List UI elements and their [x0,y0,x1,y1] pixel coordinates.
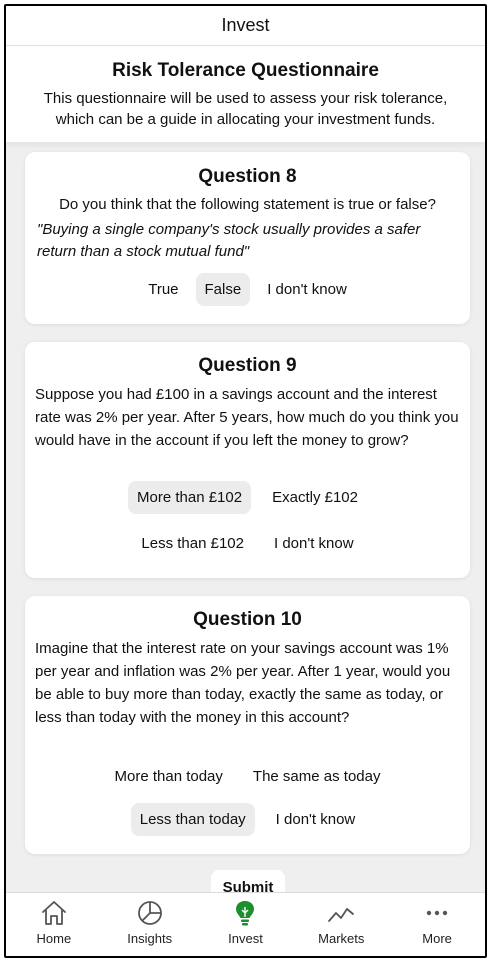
question-10-options-row-1: More than today The same as today [25,760,470,793]
q8-option-dont-know[interactable]: I don't know [258,273,356,306]
tab-more[interactable]: More [392,893,482,946]
question-8-text: Do you think that the following statemen… [59,196,436,213]
question-8-quote: "Buying a single company's stock usually… [37,221,421,260]
tab-home-label: Home [36,931,72,946]
intro-line-1: This questionnaire will be used to asses… [43,90,448,107]
questions-scroll-area[interactable]: Question 8 Do you think that the followi… [6,142,485,898]
q10-option-more-than[interactable]: More than today [106,760,232,793]
q9-option-less-than[interactable]: Less than £102 [132,527,253,560]
trend-line-icon [328,908,355,922]
q9-option-exactly[interactable]: Exactly £102 [263,481,367,514]
question-9-options-row-2: Less than £102 I don't know [25,527,470,560]
home-icon [41,901,66,925]
lightbulb-icon [236,901,255,926]
q10-option-less-than[interactable]: Less than today [130,803,255,836]
q9-option-dont-know[interactable]: I don't know [265,527,363,560]
tab-insights[interactable]: Insights [105,893,195,946]
question-10-text: Imagine that the interest rate on your s… [35,640,451,726]
tab-more-label: More [422,931,452,946]
question-8-title: Question 8 [198,166,297,187]
questionnaire-intro: Risk Tolerance Questionnaire This questi… [6,46,485,142]
intro-line-2: which can be a guide in allocating your … [55,111,436,128]
tab-invest-label: Invest [228,931,263,946]
tab-markets-label: Markets [318,931,365,946]
question-10-card: Question 10 Imagine that the interest ra… [25,596,470,854]
question-9-text: Suppose you had £100 in a savings accoun… [35,386,459,449]
q10-option-dont-know[interactable]: I don't know [267,803,365,836]
pie-chart-icon [137,901,162,925]
q9-option-more-than[interactable]: More than £102 [128,481,252,514]
more-dots-icon [426,910,448,916]
app-frame: Invest Risk Tolerance Questionnaire This… [4,4,487,958]
bottom-tab-bar: Home Insights Invest Markets More [6,892,485,956]
q8-option-false[interactable]: False [195,273,251,306]
question-10-options-row-2: Less than today I don't know [25,803,470,836]
tab-invest[interactable]: Invest [200,893,290,946]
question-9-options-row-1: More than £102 Exactly £102 [25,481,470,514]
page-title: Invest [221,15,270,35]
question-10-title: Question 10 [193,609,302,630]
question-9-card: Question 9 Suppose you had £100 in a sav… [25,342,470,578]
q10-option-same[interactable]: The same as today [244,760,390,793]
tab-home[interactable]: Home [9,893,99,946]
tab-markets[interactable]: Markets [296,893,386,946]
tab-insights-label: Insights [127,931,173,946]
questionnaire-title: Risk Tolerance Questionnaire [112,60,379,81]
question-9-title: Question 9 [198,355,297,376]
question-8-options: True False I don't know [25,273,470,306]
question-8-card: Question 8 Do you think that the followi… [25,152,470,324]
q8-option-true[interactable]: True [139,273,187,306]
top-bar: Invest [6,6,485,46]
